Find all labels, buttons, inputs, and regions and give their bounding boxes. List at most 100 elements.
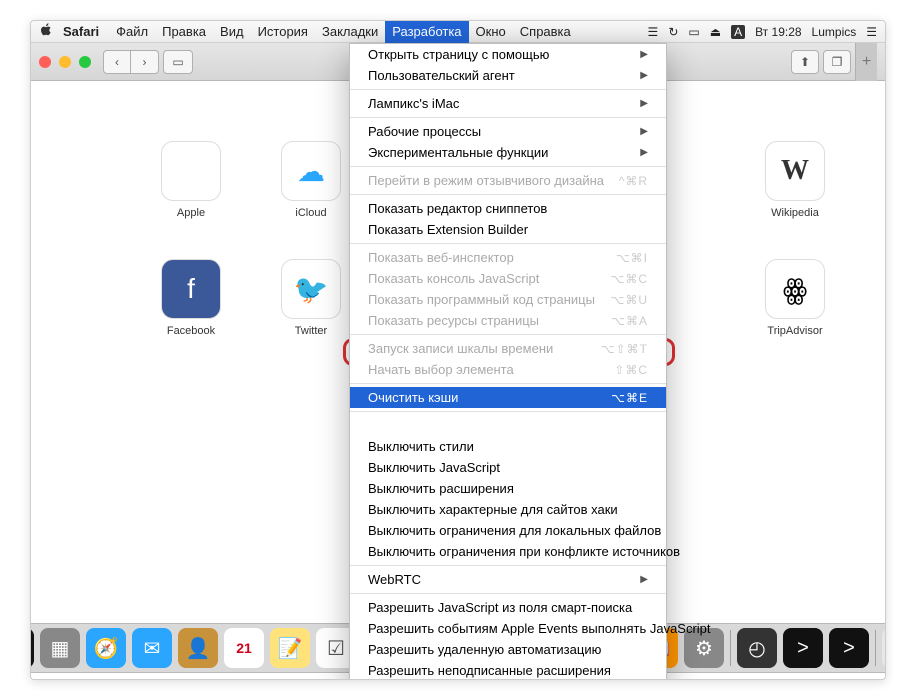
menu-история[interactable]: История [251,21,315,43]
menu-item[interactable]: Очистить кэши⌥⌘E [350,387,666,408]
new-tab-button[interactable]: + [855,43,877,81]
menu-item[interactable]: WebRTC▶ [350,569,666,590]
eject-icon[interactable]: ⏏ [710,25,721,39]
submenu-arrow-icon: ▶ [640,98,648,109]
share-button[interactable]: ⬆ [791,50,819,74]
menu-item[interactable]: Выключить JavaScript [350,457,666,478]
dock-calendar-icon[interactable]: 21 [224,628,264,668]
menu-окно[interactable]: Окно [469,21,513,43]
menu-item-label: WebRTC [368,572,421,587]
submenu-arrow-icon: ▶ [640,126,648,137]
clock[interactable]: Вт 19:28 [755,25,801,39]
forward-button[interactable]: › [131,50,159,74]
menu-item[interactable]: Рабочие процессы ▶ [350,121,666,142]
display-icon[interactable]: ▭ [688,25,699,39]
menu-item[interactable]: Выключить расширения [350,478,666,499]
menu-item-label: Показать Extension Builder [368,222,528,237]
menu-item: Показать изображения [350,415,666,436]
menu-item[interactable]: Лампикс's iMac ▶ [350,93,666,114]
menu-item[interactable]: Выключить стили [350,436,666,457]
app-name[interactable]: Safari [63,24,99,39]
timemachine-icon[interactable]: ↻ [668,25,678,39]
menu-separator [350,117,666,118]
menu-item-label: Запуск записи шкалы времени [368,341,553,356]
favorites-grid-left: Apple fFacebook ☁iCloud 🐦Twitter [151,141,351,337]
site-icloud[interactable]: ☁iCloud [271,141,351,219]
dock-notes-icon[interactable]: 📝 [270,628,310,668]
site-label: Facebook [167,325,215,337]
apple-menu[interactable] [39,23,53,40]
site-label: Wikipedia [771,207,819,219]
back-button[interactable]: ‹ [103,50,131,74]
tabs-button[interactable]: ❐ [823,50,851,74]
menu-separator [350,411,666,412]
menu-separator [350,383,666,384]
menu-item-label: Экспериментальные функции [368,145,548,160]
dock-terminal-icon[interactable]: > [783,628,823,668]
menu-item-label: Лампикс's iMac [368,96,459,111]
menubar-status-area: ☰ ↻ ▭ ⏏ A Вт 19:28 Lumpics ☰ [648,25,877,39]
menu-закладки[interactable]: Закладки [315,21,385,43]
menu-item[interactable]: Разрешить удаленную автоматизацию [350,639,666,660]
menu-item-label: Показать редактор сниппетов [368,201,547,216]
menu-item[interactable]: Выключить характерные для сайтов хаки [350,499,666,520]
shortcut-label: ⌥⌘C [611,272,649,286]
menu-item: Показать консоль JavaScript⌥⌘C [350,268,666,289]
site-apple[interactable]: Apple [151,141,231,219]
input-source[interactable]: A [731,25,745,39]
site-label: iCloud [295,207,326,219]
menu-item[interactable]: Открыть страницу с помощью▶ [350,44,666,65]
dock-mail-icon[interactable]: ✉ [132,628,172,668]
menu-item-label: Разрешить удаленную автоматизацию [368,642,601,657]
shortcut-label: ⌥⌘U [611,293,649,307]
user-name[interactable]: Lumpics [812,25,857,39]
menu-item: Показать веб-инспектор⌥⌘I [350,247,666,268]
shortcut-label: ⌥⌘E [611,391,648,405]
sidebar-button[interactable]: ▭ [163,50,193,74]
menu-item[interactable]: Пользовательский агент▶ [350,65,666,86]
develop-menu-dropdown: Открыть страницу с помощью▶Пользовательс… [349,43,667,680]
site-label: Twitter [295,325,327,337]
menubar: Safari ФайлПравкаВидИсторияЗакладкиРазра… [31,21,885,43]
menu-item[interactable]: Показать редактор сниппетов [350,198,666,219]
menu-item-label: Перейти в режим отзывчивого дизайна [368,173,604,188]
dock-siri-icon[interactable]: ◉ [30,628,34,668]
shortcut-label: ^⌘R [619,174,648,188]
notification-center-icon[interactable]: ☰ [866,25,877,39]
site-facebook[interactable]: fFacebook [151,259,231,337]
dock-contacts-icon[interactable]: 👤 [178,628,218,668]
shortcut-label: ⌥⌘A [611,314,648,328]
storage-icon[interactable]: ☰ [648,25,659,39]
menu-item[interactable]: Разрешить событиям Apple Events выполнят… [350,618,666,639]
dock-launchpad-icon[interactable]: ▦ [40,628,80,668]
nav-buttons: ‹ › [103,50,163,74]
menu-разработка[interactable]: Разработка [385,21,468,43]
close-button[interactable] [39,56,51,68]
dock-downloads-icon[interactable]: ⬇ [882,628,886,668]
menu-item[interactable]: Показать Extension Builder [350,219,666,240]
site-twitter[interactable]: 🐦Twitter [271,259,351,337]
site-tripadvisor[interactable]: ꙮTripAdvisor [765,259,825,337]
menu-item[interactable]: Выключить ограничения для локальных файл… [350,520,666,541]
site-wikipedia[interactable]: WWikipedia [765,141,825,219]
submenu-arrow-icon: ▶ [640,70,648,81]
menu-item[interactable]: Разрешить JavaScript из поля смарт-поиск… [350,597,666,618]
menu-separator [350,194,666,195]
menu-правка[interactable]: Правка [155,21,213,43]
dock-safari-icon[interactable]: 🧭 [86,628,126,668]
menu-файл[interactable]: Файл [109,21,155,43]
menu-вид[interactable]: Вид [213,21,251,43]
menu-item-label: Рабочие процессы [368,124,481,139]
menu-item[interactable]: Экспериментальные функции▶ [350,142,666,163]
menu-справка[interactable]: Справка [513,21,578,43]
site-label: TripAdvisor [767,325,822,337]
dock-terminal2-icon[interactable]: > [829,628,869,668]
zoom-button[interactable] [79,56,91,68]
minimize-button[interactable] [59,56,71,68]
menu-item-label: Выключить ограничения для локальных файл… [368,523,661,538]
menu-item[interactable]: Выключить ограничения при конфликте исто… [350,541,666,562]
shortcut-label: ⇧⌘C [614,363,648,377]
site-label: Apple [177,207,205,219]
menu-item[interactable]: Разрешить неподписанные расширения [350,660,666,680]
dock-dashboard-icon[interactable]: ◴ [737,628,777,668]
